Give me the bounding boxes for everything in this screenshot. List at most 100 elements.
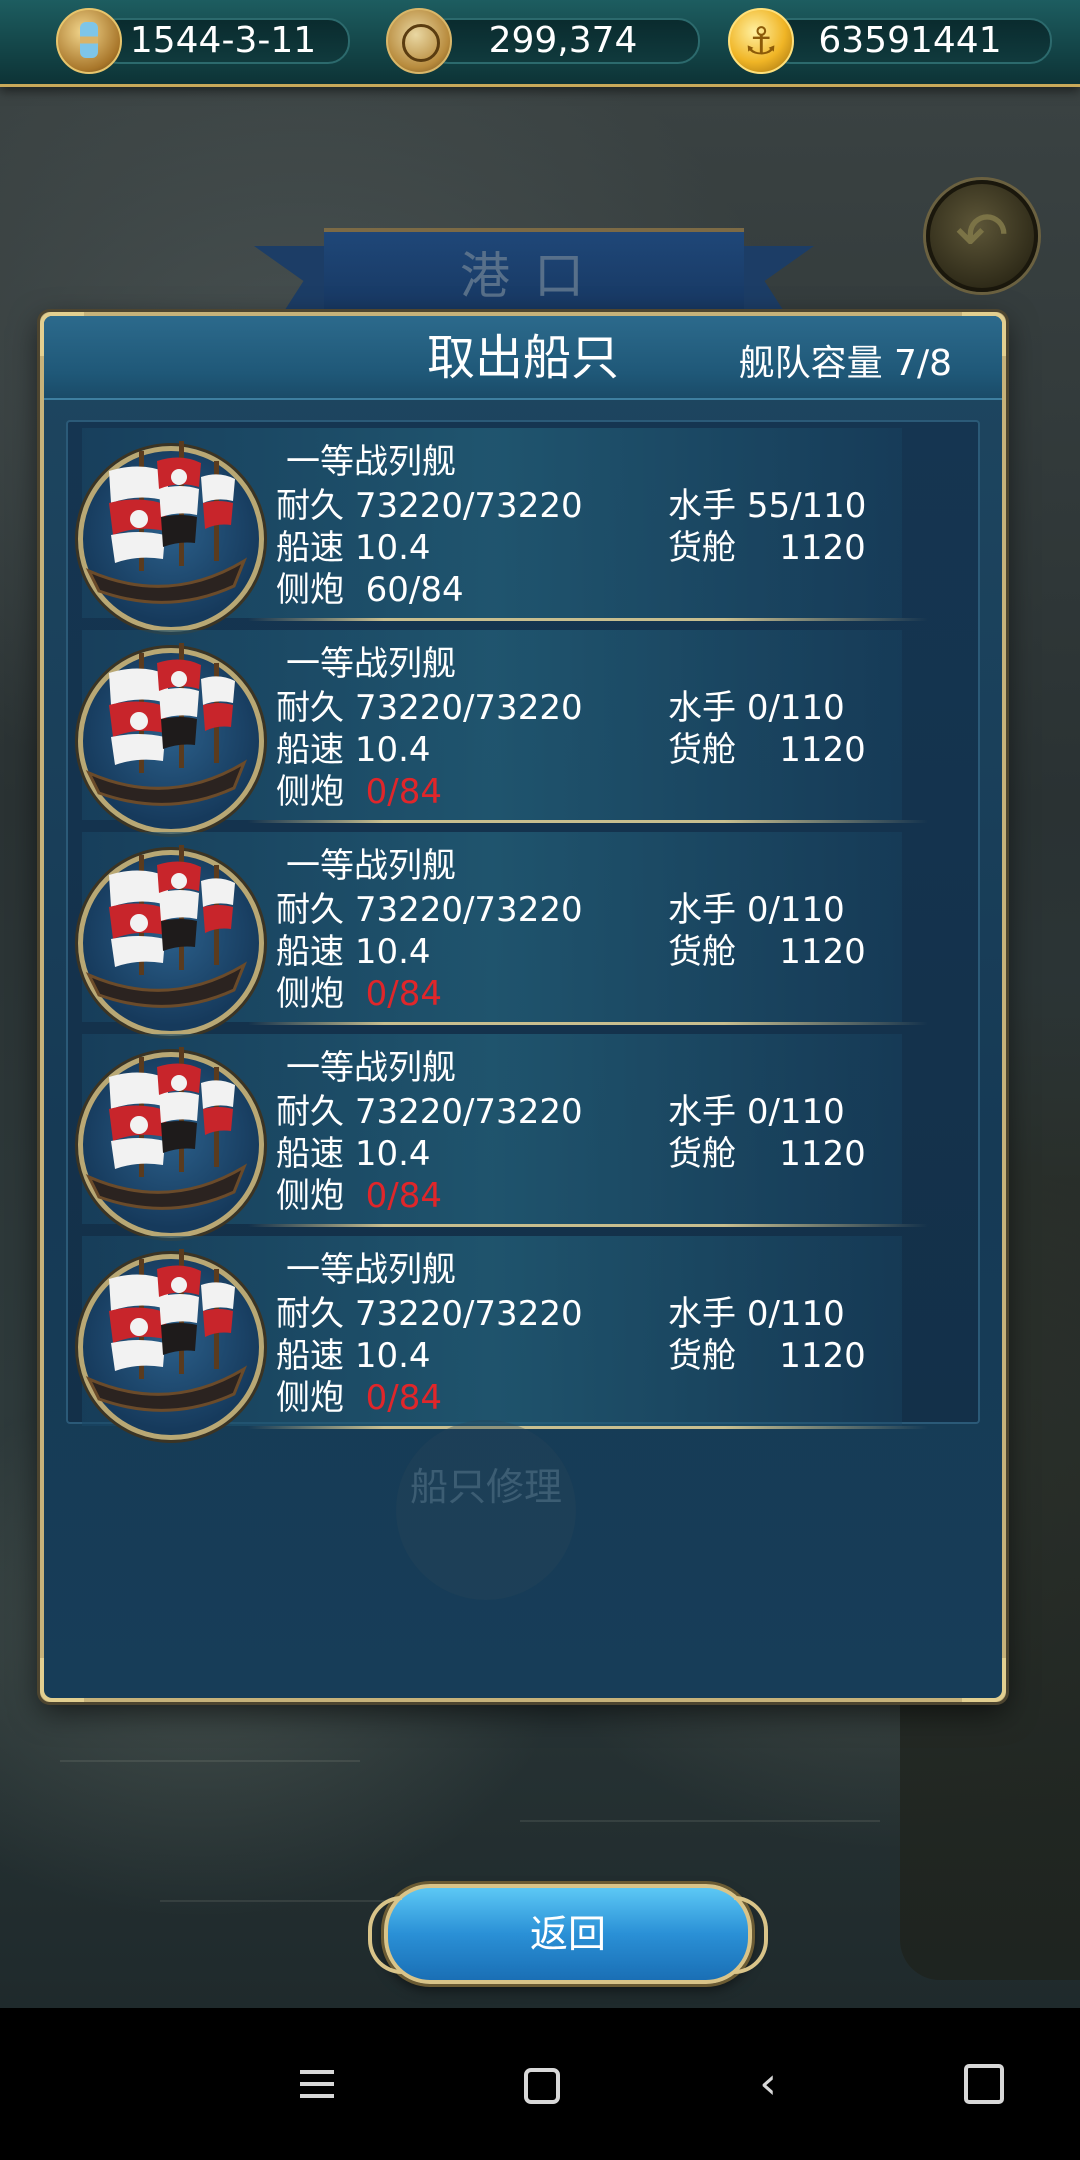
- cannon-value: 0/84: [365, 1176, 442, 1216]
- cargo-value: 1120: [779, 528, 866, 568]
- back-icon[interactable]: ‹: [738, 2054, 798, 2114]
- cannon-value: 0/84: [365, 772, 442, 812]
- ship-row[interactable]: 一等战列舰 耐久 73220/73220 船速 10.4 侧炮 0/84 水手 …: [68, 1034, 978, 1238]
- durability-stat: 耐久 73220/73220: [276, 1294, 583, 1334]
- ship-row[interactable]: 一等战列舰 耐久 73220/73220 船速 10.4 侧炮 60/84 水手…: [68, 428, 978, 632]
- durability-stat: 耐久 73220/73220: [276, 1092, 583, 1132]
- sailors-stat: 水手 0/110: [668, 1092, 845, 1132]
- sea-reflection: [60, 1760, 360, 1762]
- cargo-label: 货舱: [668, 1134, 736, 1174]
- cannon-value: 60/84: [365, 570, 464, 610]
- cannon-stat: 侧炮 60/84: [276, 570, 464, 610]
- durability-stat: 耐久 73220/73220: [276, 688, 583, 728]
- durability-stat: 耐久 73220/73220: [276, 890, 583, 930]
- sailors-label: 水手: [668, 688, 736, 728]
- speed-stat: 船速 10.4: [276, 1134, 431, 1174]
- ship-name: 一等战列舰: [286, 1048, 456, 1088]
- return-button[interactable]: 返回: [368, 1884, 768, 1984]
- durability-label: 耐久: [276, 688, 344, 728]
- sailors-value: 0/110: [746, 1294, 845, 1334]
- cannon-value: 0/84: [365, 974, 442, 1014]
- ship-row[interactable]: 一等战列舰 耐久 73220/73220 船速 10.4 侧炮 0/84 水手 …: [68, 832, 978, 1036]
- cargo-stat: 货舱 1120: [668, 1134, 866, 1174]
- resource-bar: 1544-3-11 299,374 63591441: [0, 0, 1080, 87]
- speed-stat: 船速 10.4: [276, 1336, 431, 1376]
- sailors-value: 55/110: [746, 486, 867, 526]
- row-divider: [248, 1022, 928, 1025]
- sailors-stat: 水手 0/110: [668, 688, 845, 728]
- ship-row[interactable]: 一等战列舰 耐久 73220/73220 船速 10.4 侧炮 0/84 水手 …: [68, 1236, 978, 1440]
- cannon-stat: 侧炮 0/84: [276, 1176, 442, 1216]
- cargo-value: 1120: [779, 932, 866, 972]
- speed-stat: 船速 10.4: [276, 528, 431, 568]
- sailors-label: 水手: [668, 890, 736, 930]
- warship-icon: [85, 1249, 248, 1412]
- cargo-label: 货舱: [668, 730, 736, 770]
- gold-display: 63591441: [728, 8, 1052, 74]
- ship-portrait: [78, 1249, 264, 1440]
- ship-list[interactable]: 一等战列舰 耐久 73220/73220 船速 10.4 侧炮 60/84 水手…: [66, 420, 980, 1440]
- cannon-label: 侧炮: [276, 570, 344, 610]
- speed-stat: 船速 10.4: [276, 730, 431, 770]
- ship-portrait: [78, 845, 264, 1036]
- ship-name: 一等战列舰: [286, 442, 456, 482]
- return-label: 返回: [529, 1912, 606, 1956]
- reputation-display: 299,374: [386, 8, 700, 74]
- speed-value: 10.4: [354, 932, 431, 972]
- row-divider: [248, 820, 928, 823]
- cargo-stat: 货舱 1120: [668, 528, 866, 568]
- cargo-stat: 货舱 1120: [668, 1336, 866, 1376]
- speed-value: 10.4: [354, 1134, 431, 1174]
- ship-repair-button-background: 船只修理: [396, 1420, 576, 1600]
- cannon-stat: 侧炮 0/84: [276, 974, 442, 1014]
- ship-portrait: [78, 1047, 264, 1238]
- row-divider: [248, 1426, 928, 1429]
- sea-reflection: [520, 1820, 880, 1822]
- compass-icon: [386, 8, 452, 74]
- back-arrow-button[interactable]: ↶: [926, 180, 1038, 292]
- speed-label: 船速: [276, 1336, 344, 1376]
- menu-icon[interactable]: [288, 2054, 348, 2114]
- ship-row[interactable]: 一等战列舰 耐久 73220/73220 船速 10.4 侧炮 0/84 水手 …: [68, 630, 978, 834]
- hourglass-icon: [56, 8, 122, 74]
- durability-value: 73220/73220: [354, 1092, 583, 1132]
- system-navigation-bar: ‹: [0, 2008, 1080, 2160]
- sailors-label: 水手: [668, 1092, 736, 1132]
- sailors-value: 0/110: [746, 688, 845, 728]
- durability-label: 耐久: [276, 486, 344, 526]
- gold-value: 63591441: [768, 18, 1052, 64]
- cannon-value: 0/84: [365, 1378, 442, 1418]
- cannon-label: 侧炮: [276, 1378, 344, 1418]
- cargo-label: 货舱: [668, 1336, 736, 1376]
- speed-label: 船速: [276, 932, 344, 972]
- cargo-stat: 货舱 1120: [668, 730, 866, 770]
- row-divider: [248, 618, 928, 621]
- home-icon[interactable]: [510, 2054, 570, 2114]
- speed-label: 船速: [276, 528, 344, 568]
- speed-label: 船速: [276, 1134, 344, 1174]
- durability-value: 73220/73220: [354, 1294, 583, 1334]
- ship-name: 一等战列舰: [286, 846, 456, 886]
- fleet-capacity: 舰队容量 7/8: [738, 343, 952, 384]
- sailors-stat: 水手 0/110: [668, 1294, 845, 1334]
- sailors-label: 水手: [668, 486, 736, 526]
- back-arrow-icon: ↶: [955, 199, 1009, 273]
- ship-portrait: [78, 643, 264, 834]
- durability-label: 耐久: [276, 890, 344, 930]
- date-value: 1544-3-11: [96, 18, 350, 64]
- cargo-value: 1120: [779, 730, 866, 770]
- speed-value: 10.4: [354, 528, 431, 568]
- cannon-label: 侧炮: [276, 974, 344, 1014]
- recent-apps-icon[interactable]: [954, 2054, 1014, 2114]
- cannon-stat: 侧炮 0/84: [276, 772, 442, 812]
- cannon-stat: 侧炮 0/84: [276, 1378, 442, 1418]
- sailors-label: 水手: [668, 1294, 736, 1334]
- sailors-value: 0/110: [746, 890, 845, 930]
- reputation-value: 299,374: [426, 18, 700, 64]
- ship-portrait: [78, 441, 264, 632]
- row-divider: [248, 1224, 928, 1227]
- sailors-stat: 水手 55/110: [668, 486, 866, 526]
- dialog-header: 取出船只 舰队容量 7/8: [44, 316, 1002, 400]
- gold-coin-anchor-icon: [728, 8, 794, 74]
- port-title: 港口: [460, 247, 608, 305]
